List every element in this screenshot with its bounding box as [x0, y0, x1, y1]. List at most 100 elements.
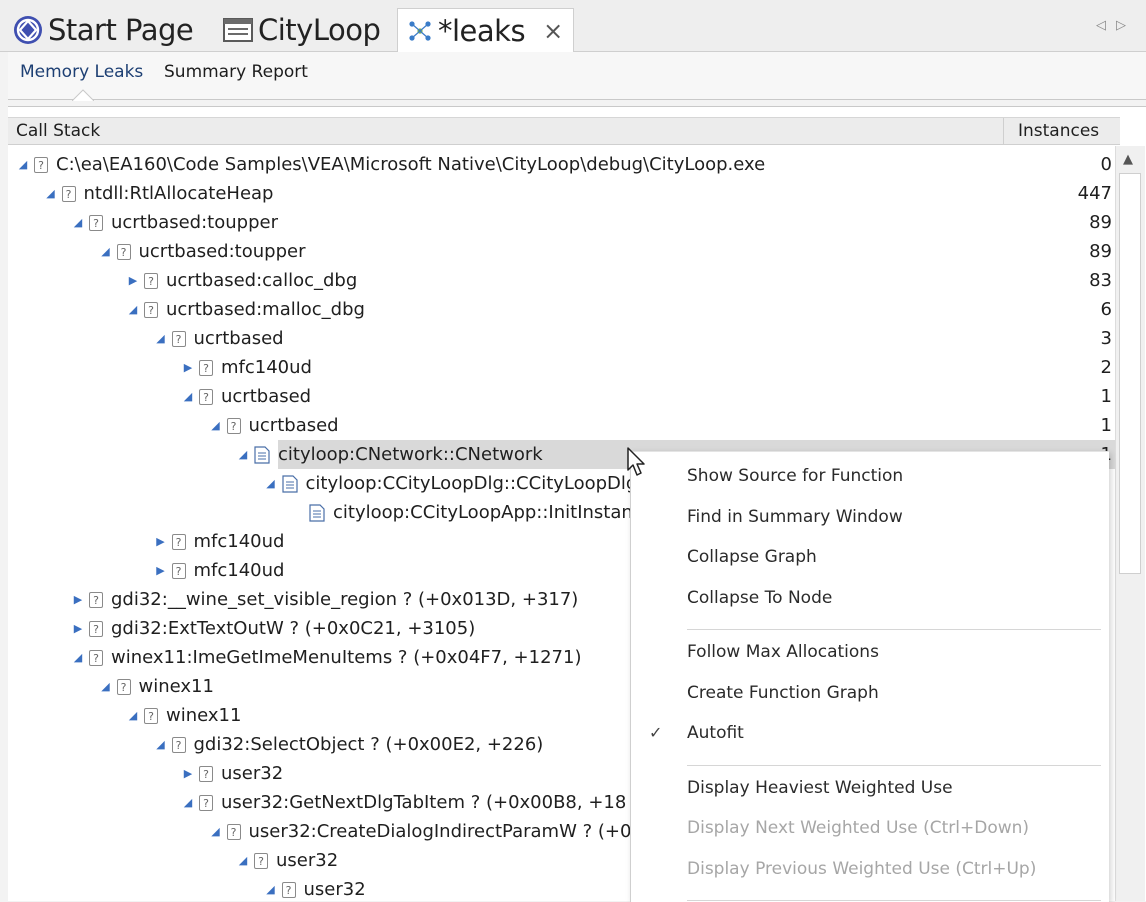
tree-row[interactable]: ◢? ucrtbased:toupper 89 [8, 208, 1116, 237]
function-label: winex11:ImeGetImeMenuItems ? (+0x04F7, +… [111, 647, 582, 668]
column-instances[interactable]: Instances [1018, 121, 1099, 141]
expanded-arrow-icon[interactable]: ◢ [264, 883, 278, 896]
collapsed-arrow-icon[interactable]: ▶ [181, 361, 195, 374]
menu-separator [687, 764, 1101, 766]
tree-row[interactable]: ◢? ucrtbased 1 [8, 411, 1116, 440]
unknown-icon: ? [144, 707, 158, 724]
menu-item-follow-max-allocations[interactable]: Follow Max Allocations [687, 642, 879, 662]
expanded-arrow-icon[interactable]: ◢ [181, 796, 195, 809]
column-divider[interactable] [1003, 118, 1004, 145]
function-label: user32:CreateDialogIndirectParamW ? (+0 [248, 821, 632, 842]
tree-row[interactable]: ▶? ucrtbased:calloc_dbg 83 [8, 266, 1116, 295]
mouse-cursor-icon [627, 447, 645, 476]
scrollbar-thumb[interactable] [1119, 173, 1141, 574]
diagram-icon [222, 16, 254, 44]
function-label: user32:GetNextDlgTabItem ? (+0x00B8, +18 [221, 792, 627, 813]
function-label: cityloop:CNetwork::CNetwork [278, 444, 543, 465]
instance-count: 447 [1077, 183, 1112, 204]
unknown-icon: ? [199, 388, 213, 405]
expanded-arrow-icon[interactable]: ◢ [236, 448, 250, 461]
menu-item-autofit[interactable]: Autofit [687, 723, 744, 743]
close-icon[interactable]: × [543, 17, 563, 45]
function-label: ntdll:RtlAllocateHeap [83, 183, 274, 204]
tab-label: Start Page [48, 13, 194, 47]
tab-scroll-arrows[interactable]: ◁▷ [1096, 18, 1136, 33]
collapsed-arrow-icon[interactable]: ▶ [71, 622, 85, 635]
expanded-arrow-icon[interactable]: ◢ [209, 419, 223, 432]
column-call-stack[interactable]: Call Stack [16, 121, 100, 141]
unknown-icon: ? [89, 591, 103, 608]
expanded-arrow-icon[interactable]: ◢ [236, 854, 250, 867]
function-label: gdi32:SelectObject ? (+0x00E2, +226) [193, 734, 544, 755]
unknown-icon: ? [89, 649, 103, 666]
function-label: mfc140ud [221, 357, 312, 378]
instance-count: 1 [1100, 415, 1112, 436]
function-label: cityloop:CCityLoopDlg::CCityLoopDlg [305, 473, 638, 494]
function-label: ucrtbased:malloc_dbg [166, 299, 365, 320]
expanded-arrow-icon[interactable]: ◢ [126, 303, 140, 316]
collapsed-arrow-icon[interactable]: ▶ [126, 274, 140, 287]
expanded-arrow-icon[interactable]: ◢ [99, 680, 113, 693]
function-label: ucrtbased [193, 328, 284, 349]
menu-item-show-source-for-function[interactable]: Show Source for Function [687, 466, 903, 486]
tree-row[interactable]: ◢? ntdll:RtlAllocateHeap 447 [8, 179, 1116, 208]
expanded-arrow-icon[interactable]: ◢ [71, 216, 85, 229]
instance-count: 89 [1089, 212, 1112, 233]
expanded-arrow-icon[interactable]: ◢ [154, 738, 168, 751]
expanded-arrow-icon[interactable]: ◢ [126, 709, 140, 722]
vertical-scrollbar[interactable]: ▲ [1115, 146, 1145, 901]
scroll-up-icon[interactable]: ▲ [1123, 152, 1133, 167]
menu-item-display-next-weighted-use-ctrl-down: Display Next Weighted Use (Ctrl+Down) [687, 818, 1030, 838]
tree-row[interactable]: ◢? ucrtbased:malloc_dbg 6 [8, 295, 1116, 324]
collapsed-arrow-icon[interactable]: ▶ [154, 535, 168, 548]
expanded-arrow-icon[interactable]: ◢ [71, 651, 85, 664]
instance-count: 0 [1100, 154, 1112, 175]
collapsed-arrow-icon[interactable]: ▶ [154, 564, 168, 577]
tree-row[interactable]: ◢? ucrtbased 1 [8, 382, 1116, 411]
menu-item-create-function-graph[interactable]: Create Function Graph [687, 683, 879, 703]
function-label: ucrtbased [221, 386, 312, 407]
expanded-arrow-icon[interactable]: ◢ [264, 477, 278, 490]
unknown-icon: ? [171, 330, 186, 347]
collapsed-arrow-icon[interactable]: ▶ [181, 767, 195, 780]
expanded-arrow-icon[interactable]: ◢ [154, 332, 168, 345]
unknown-icon: ? [171, 533, 186, 550]
unknown-icon: ? [199, 359, 213, 376]
menu-item-find-in-summary-window[interactable]: Find in Summary Window [687, 507, 903, 527]
expanded-arrow-icon[interactable]: ◢ [44, 187, 58, 200]
function-label: ucrtbased:calloc_dbg [166, 270, 358, 291]
unknown-icon: ? [89, 214, 103, 231]
tab-memory-leaks[interactable]: Memory Leaks [20, 62, 143, 82]
unknown-icon: ? [116, 678, 131, 695]
menu-separator [687, 629, 1101, 630]
collapsed-arrow-icon[interactable]: ▶ [71, 593, 85, 606]
expanded-arrow-icon[interactable]: ◢ [181, 390, 195, 403]
menu-item-collapse-graph[interactable]: Collapse Graph [687, 547, 817, 567]
unknown-icon: ? [199, 794, 213, 811]
expanded-arrow-icon[interactable]: ◢ [209, 825, 223, 838]
function-label: user32 [221, 763, 284, 784]
expanded-arrow-icon[interactable]: ◢ [99, 245, 113, 258]
tree-row[interactable]: ▶? mfc140ud 2 [8, 353, 1116, 382]
function-label: winex11 [138, 676, 214, 697]
function-label: gdi32:ExtTextOutW ? (+0x0C21, +3105) [111, 618, 476, 639]
tab-start-page[interactable]: Start Page [12, 8, 194, 52]
tree-row[interactable]: ◢? ucrtbased 3 [8, 324, 1116, 353]
tree-row[interactable]: ◢? ucrtbased:toupper 89 [8, 237, 1116, 266]
tab-summary-report[interactable]: Summary Report [164, 62, 308, 82]
menu-item-display-heaviest-weighted-use[interactable]: Display Heaviest Weighted Use [687, 778, 953, 798]
tab-leaks[interactable]: *leaks × [397, 8, 574, 53]
unknown-icon: ? [171, 562, 186, 579]
profiler-icon [406, 18, 434, 44]
context-menu: Show Source for Function Find in Summary … [630, 451, 1109, 902]
expanded-arrow-icon[interactable]: ◢ [16, 158, 30, 171]
document-tab-bar: Start Page CityLoop *leaks × ◁▷ [0, 0, 1146, 53]
function-label: winex11 [166, 705, 242, 726]
unknown-icon: ? [34, 156, 48, 173]
menu-item-collapse-to-node[interactable]: Collapse To Node [687, 588, 832, 608]
tab-cityloop[interactable]: CityLoop [222, 8, 381, 52]
function-label: C:\ea\EA160\Code Samples\VEA\Microsoft N… [56, 154, 766, 175]
function-label: cityloop:CCityLoopApp::InitInstance [333, 502, 654, 523]
unknown-icon: ? [144, 272, 158, 289]
tree-row[interactable]: ◢? C:\ea\EA160\Code Samples\VEA\Microsoft… [8, 150, 1116, 179]
